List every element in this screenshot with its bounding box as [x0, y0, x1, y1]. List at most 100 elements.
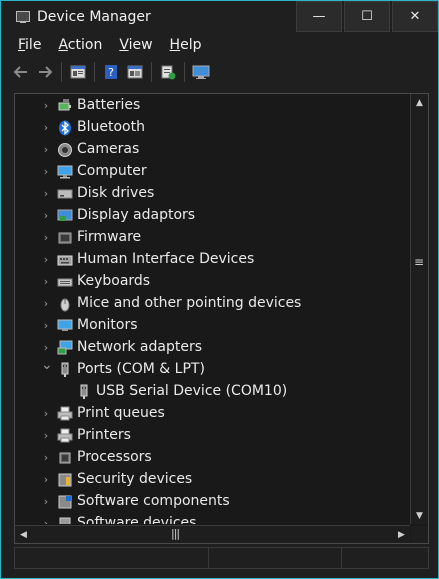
- expand-chevron-icon[interactable]: ›: [41, 99, 51, 112]
- tree-category-item[interactable]: › Processors: [15, 447, 410, 469]
- processor-icon: [57, 450, 73, 466]
- toolbar-separator: [184, 62, 185, 82]
- expand-chevron-icon[interactable]: ›: [41, 319, 51, 332]
- scroll-left-button[interactable]: ◀: [15, 526, 32, 543]
- collapse-chevron-icon[interactable]: ⌄: [41, 357, 53, 373]
- display-adapter-icon: [57, 208, 73, 224]
- menu-action[interactable]: Action: [58, 37, 102, 53]
- arrow-down-icon: ▼: [416, 510, 423, 521]
- update-driver-icon: [161, 65, 176, 80]
- tree-item-label: Security devices: [77, 471, 193, 487]
- expand-chevron-icon[interactable]: ›: [41, 121, 51, 134]
- tree-child-item[interactable]: USB Serial Device (COM10): [15, 381, 410, 403]
- expand-chevron-icon[interactable]: ›: [41, 451, 51, 464]
- tree-category-item[interactable]: › Firmware: [15, 227, 410, 249]
- tree-category-item[interactable]: › Network adapters: [15, 337, 410, 359]
- expand-chevron-icon[interactable]: ›: [41, 495, 51, 508]
- tree-item-label: Ports (COM & LPT): [77, 361, 205, 377]
- tree-item-label: Computer: [77, 163, 147, 179]
- minimize-button[interactable]: —: [296, 1, 342, 32]
- device-manager-icon: [15, 9, 31, 25]
- menu-file[interactable]: File: [18, 37, 41, 53]
- window-title: Device Manager: [37, 8, 151, 25]
- tree-category-item[interactable]: › Display adaptors: [15, 205, 410, 227]
- tree-item-label: Processors: [77, 449, 152, 465]
- toolbar-separator: [151, 62, 152, 82]
- device-tree[interactable]: › Batteries › Bluetooth › Cameras › Computer › Di…: [14, 93, 429, 544]
- monitor-icon: [57, 318, 73, 334]
- vertical-scrollbar[interactable]: ▲ ≡ ▼: [410, 94, 428, 524]
- tree-category-item[interactable]: › Bluetooth: [15, 117, 410, 139]
- hid-icon: [57, 252, 73, 268]
- arrow-left-icon: [13, 66, 27, 78]
- tree-category-item[interactable]: › Keyboards: [15, 271, 410, 293]
- expand-chevron-icon[interactable]: ›: [41, 143, 51, 156]
- maximize-icon: ☐: [361, 9, 373, 24]
- tree-item-label: USB Serial Device (COM10): [96, 383, 288, 399]
- expand-chevron-icon[interactable]: ›: [41, 209, 51, 222]
- tree-category-item[interactable]: › Printers: [15, 425, 410, 447]
- expand-chevron-icon[interactable]: ›: [41, 407, 51, 420]
- expand-chevron-icon[interactable]: ›: [41, 253, 51, 266]
- network-adapter-icon: [57, 340, 73, 356]
- arrow-right-icon: [39, 66, 53, 78]
- tree-category-item[interactable]: › Cameras: [15, 139, 410, 161]
- tree-category-item[interactable]: › Software devices: [15, 513, 410, 524]
- tree-item-label: Printers: [77, 427, 131, 443]
- expand-chevron-icon[interactable]: ›: [41, 341, 51, 354]
- horizontal-scroll-thumb-grip-icon[interactable]: |||: [171, 527, 180, 540]
- expand-chevron-icon[interactable]: ›: [41, 429, 51, 442]
- tree-item-label: Print queues: [77, 405, 165, 421]
- tree-category-item[interactable]: › Software components: [15, 491, 410, 513]
- tree-item-label: Mice and other pointing devices: [77, 295, 302, 311]
- tree-category-item[interactable]: › Batteries: [15, 95, 410, 117]
- close-button[interactable]: ✕: [392, 1, 438, 32]
- maximize-button[interactable]: ☐: [344, 1, 390, 32]
- update-driver-button[interactable]: [158, 62, 178, 82]
- tree-category-item[interactable]: › Security devices: [15, 469, 410, 491]
- tree-category-item[interactable]: › Disk drives: [15, 183, 410, 205]
- expand-chevron-icon[interactable]: ›: [41, 517, 51, 524]
- view-button[interactable]: [125, 62, 145, 82]
- mouse-icon: [57, 296, 73, 312]
- scroll-right-button[interactable]: ▶: [393, 526, 410, 543]
- scroll-down-button[interactable]: ▼: [411, 507, 428, 524]
- status-pane-2: [209, 548, 342, 568]
- port-icon: [57, 362, 73, 378]
- tree-category-item[interactable]: › Computer: [15, 161, 410, 183]
- status-bar: [14, 547, 429, 569]
- scroll-thumb-grip-icon[interactable]: ≡: [414, 255, 424, 269]
- scrollbar-corner: [411, 526, 428, 543]
- expand-chevron-icon[interactable]: ›: [41, 473, 51, 486]
- expand-chevron-icon[interactable]: ›: [41, 231, 51, 244]
- menu-view[interactable]: View: [119, 37, 152, 53]
- menu-help[interactable]: Help: [170, 37, 202, 53]
- back-button[interactable]: [11, 62, 31, 82]
- forward-button[interactable]: [35, 62, 55, 82]
- tree-item-label: Software devices: [77, 515, 197, 524]
- tree-category-item[interactable]: › Human Interface Devices: [15, 249, 410, 271]
- tree-category-item[interactable]: ⌄ Ports (COM & LPT): [15, 357, 410, 381]
- toolbar-separator: [61, 62, 62, 82]
- properties-button[interactable]: [68, 62, 88, 82]
- title-bar[interactable]: Device Manager — ☐ ✕: [1, 1, 438, 32]
- tree-category-item[interactable]: › Mice and other pointing devices: [15, 293, 410, 315]
- arrow-right-small-icon: ▶: [398, 529, 405, 540]
- tree-category-item[interactable]: › Monitors: [15, 315, 410, 337]
- security-device-icon: [57, 472, 73, 488]
- expand-chevron-icon[interactable]: ›: [41, 187, 51, 200]
- scroll-up-button[interactable]: ▲: [411, 94, 428, 111]
- expand-chevron-icon[interactable]: ›: [41, 275, 51, 288]
- tree-item-label: Monitors: [77, 317, 138, 333]
- port-icon: [76, 384, 92, 400]
- keyboard-icon: [57, 274, 73, 290]
- expand-chevron-icon[interactable]: ›: [41, 297, 51, 310]
- horizontal-scrollbar[interactable]: ◀ ||| ▶: [15, 525, 410, 543]
- expand-chevron-icon[interactable]: ›: [41, 165, 51, 178]
- device-tree-list: › Batteries › Bluetooth › Cameras › Computer › Di…: [15, 94, 410, 524]
- tree-item-label: Batteries: [77, 97, 141, 113]
- tree-category-item[interactable]: › Print queues: [15, 403, 410, 425]
- software-device-icon: [57, 516, 73, 524]
- scan-hardware-button[interactable]: [191, 62, 211, 82]
- help-button[interactable]: ?: [101, 62, 121, 82]
